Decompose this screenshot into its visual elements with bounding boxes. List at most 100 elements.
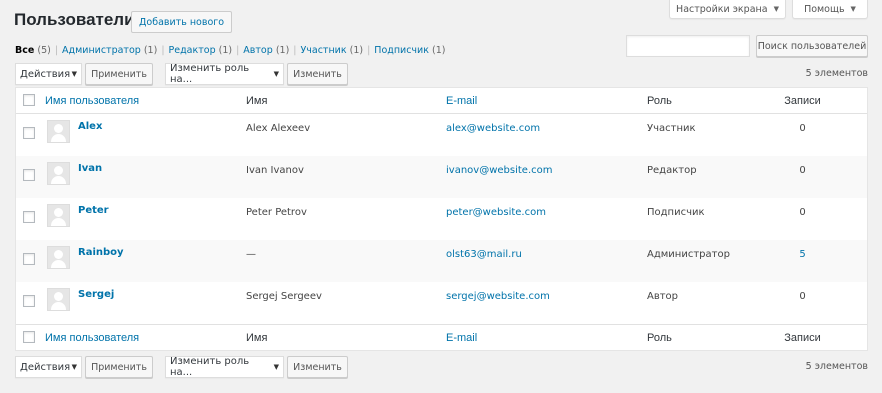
user-posts: 0 [799, 123, 806, 134]
filter-count: (1) [432, 45, 446, 56]
bulk-actions-value: Действия [20, 68, 71, 80]
filter-count: (1) [143, 45, 158, 56]
filter-subscriber[interactable]: Подписчик (1) [374, 45, 445, 56]
bulk-actions-select[interactable]: Действия ▼ [15, 63, 82, 85]
user-name: — [246, 249, 256, 260]
user-posts: 0 [799, 291, 806, 302]
search-input[interactable] [626, 35, 750, 57]
role-filter-links: Все (5) | Администратор (1) | Редактор (… [15, 45, 445, 56]
page-title: Пользователи [14, 10, 135, 29]
default-avatar-icon [47, 120, 70, 143]
user-role: Автор [647, 291, 679, 302]
select-all-checkbox[interactable] [23, 94, 35, 106]
column-role: Роль [647, 95, 672, 107]
filter-count: (1) [218, 45, 233, 56]
column-name: Имя [246, 332, 268, 344]
select-all-checkbox[interactable] [23, 331, 35, 343]
divider: | [293, 45, 297, 56]
user-role: Подписчик [647, 207, 705, 218]
filter-label: Редактор [168, 45, 216, 56]
user-email-link[interactable]: sergej@website.com [446, 291, 550, 302]
change-role-select[interactable]: Изменить роль на... ▼ [165, 356, 284, 378]
user-email-link[interactable]: ivanov@website.com [446, 165, 552, 176]
column-posts: Записи [784, 332, 821, 344]
table-header: Имя пользователя Имя E-mail Роль Записи [16, 88, 867, 114]
table-footer: Имя пользователя Имя E-mail Роль Записи [16, 324, 867, 350]
column-username[interactable]: Имя пользователя [45, 95, 139, 107]
user-email-link[interactable]: alex@website.com [446, 123, 540, 134]
user-email-link[interactable]: olst63@mail.ru [446, 249, 522, 260]
table-row: Sergej Sergej Sergeev sergej@website.com… [16, 282, 867, 324]
filter-label: Подписчик [374, 45, 429, 56]
row-checkbox[interactable] [23, 127, 35, 139]
help-label: Помощь [804, 3, 845, 15]
tablenav-bottom: Действия ▼ Применить Изменить роль на...… [15, 356, 868, 378]
items-count: 5 элементов [805, 68, 868, 79]
divider: | [54, 45, 59, 56]
divider: | [236, 45, 240, 56]
filter-label: Автор [243, 45, 273, 56]
column-name: Имя [246, 95, 268, 107]
divider: | [161, 45, 165, 56]
column-role: Роль [647, 332, 672, 344]
filter-count: (1) [349, 45, 364, 56]
default-avatar-icon [47, 288, 70, 311]
user-email-link[interactable]: peter@website.com [446, 207, 546, 218]
filter-count: (1) [275, 45, 290, 56]
user-posts: 0 [799, 165, 806, 176]
filter-label: Администратор [62, 45, 141, 56]
users-table: Имя пользователя Имя E-mail Роль Записи … [15, 87, 868, 351]
screen-options-label: Настройки экрана [676, 3, 768, 15]
bulk-actions-value: Действия [20, 361, 71, 373]
items-count: 5 элементов [805, 361, 868, 372]
username-link[interactable]: Rainboy [78, 247, 124, 258]
filter-label: Участник [300, 45, 347, 56]
filter-count: (5) [37, 45, 51, 56]
caret-down-icon: ▼ [273, 363, 279, 371]
screen-options-button[interactable]: Настройки экрана ▼ [669, 0, 786, 19]
row-checkbox[interactable] [23, 295, 35, 307]
change-role-value: Изменить роль на... [170, 63, 250, 85]
user-name: Sergej Sergeev [246, 291, 322, 302]
row-checkbox[interactable] [23, 211, 35, 223]
change-role-button[interactable]: Изменить [287, 63, 348, 85]
filter-label: Все [15, 45, 35, 56]
filter-administrator[interactable]: Администратор (1) [62, 45, 157, 56]
row-checkbox[interactable] [23, 169, 35, 181]
caret-down-icon: ▼ [71, 363, 77, 371]
default-avatar-icon [47, 246, 70, 269]
user-role: Редактор [647, 165, 697, 176]
user-name: Peter Petrov [246, 207, 307, 218]
default-avatar-icon [47, 162, 70, 185]
column-username[interactable]: Имя пользователя [45, 332, 139, 344]
username-link[interactable]: Sergej [78, 289, 114, 300]
username-link[interactable]: Peter [78, 205, 109, 216]
caret-down-icon: ▼ [773, 5, 779, 13]
caret-down-icon: ▼ [850, 5, 856, 13]
bulk-actions-select[interactable]: Действия ▼ [15, 356, 82, 378]
filter-contributor[interactable]: Участник (1) [300, 45, 363, 56]
filter-all[interactable]: Все (5) [15, 45, 51, 56]
search-box: Поиск пользователей [626, 35, 868, 57]
filter-editor[interactable]: Редактор (1) [169, 45, 233, 56]
change-role-select[interactable]: Изменить роль на... ▼ [165, 63, 284, 85]
table-row: Ivan Ivan Ivanov ivanov@website.com Реда… [16, 156, 867, 198]
help-button[interactable]: Помощь ▼ [792, 0, 868, 19]
column-email[interactable]: E-mail [446, 95, 477, 107]
default-avatar-icon [47, 204, 70, 227]
add-new-user-button[interactable]: Добавить нового [131, 11, 233, 33]
table-row: Rainboy — olst63@mail.ru Администратор 5 [16, 240, 867, 282]
column-email[interactable]: E-mail [446, 332, 477, 344]
filter-author[interactable]: Автор (1) [243, 45, 289, 56]
username-link[interactable]: Ivan [78, 163, 102, 174]
search-users-button[interactable]: Поиск пользователей [756, 35, 868, 57]
change-role-value: Изменить роль на... [170, 356, 250, 378]
apply-button[interactable]: Применить [85, 63, 153, 85]
table-row: Peter Peter Petrov peter@website.com Под… [16, 198, 867, 240]
username-link[interactable]: Alex [78, 121, 102, 132]
change-role-button[interactable]: Изменить [287, 356, 348, 378]
user-name: Alex Alexeev [246, 123, 311, 134]
apply-button[interactable]: Применить [85, 356, 153, 378]
user-posts-link[interactable]: 5 [781, 249, 824, 260]
row-checkbox[interactable] [23, 253, 35, 265]
